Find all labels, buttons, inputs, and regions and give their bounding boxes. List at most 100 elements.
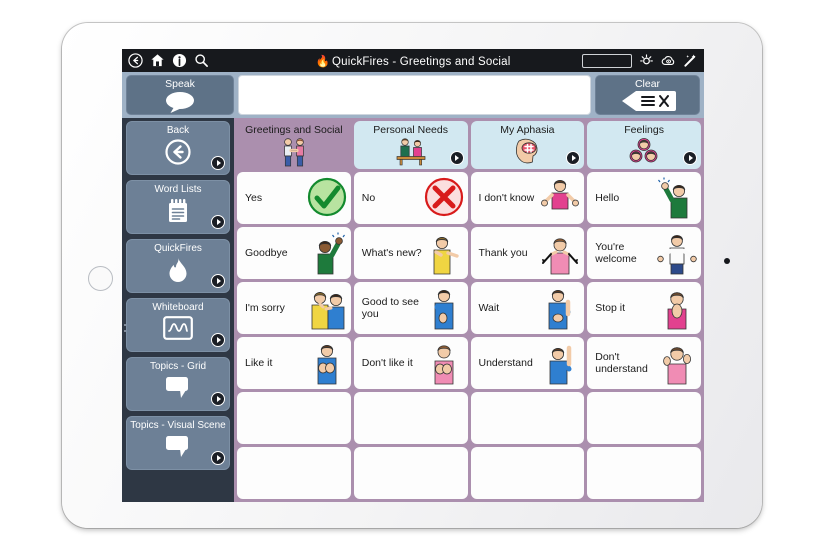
sidebar-item-whiteboard[interactable]: Whiteboard (126, 298, 230, 352)
grid-cell-label: No (361, 192, 376, 204)
sidebar-item-back[interactable]: Back (126, 121, 230, 175)
person-shrug-pink-icon (540, 177, 580, 219)
cloud-icon[interactable] (661, 53, 676, 68)
grid-cell-label: Understand (478, 357, 533, 369)
sidebar-item-label: Topics - Grid (149, 361, 207, 372)
category-greetings-and-social[interactable]: Greetings and Social (237, 121, 351, 169)
grid-cell-label: Like it (245, 357, 273, 369)
flame-icon (166, 257, 190, 283)
person-understand-blue-icon (540, 342, 580, 385)
top-bar: 🔥 QuickFires - Greetings and Social (122, 49, 704, 72)
grid-cell-label: Stop it (595, 302, 626, 314)
grid-cell-like-it[interactable]: Like it (237, 337, 351, 389)
battery-indicator (582, 53, 632, 68)
grid-cell-label: Don't like it (361, 357, 413, 369)
sidebar-item-label: Word Lists (154, 184, 202, 195)
two-people-sorry-icon (307, 287, 347, 330)
speak-button[interactable]: Speak (126, 75, 234, 115)
grid-cell-wait[interactable]: Wait (470, 282, 585, 334)
grid-cell-thank-you[interactable]: Thank you (470, 227, 585, 279)
grid-cell-understand[interactable]: Understand (470, 337, 585, 389)
grid-cell-empty[interactable] (470, 447, 585, 499)
grid-cell-dont-like-it[interactable]: Don't like it (353, 337, 468, 389)
sidebar-item-badge[interactable] (211, 215, 225, 229)
grid-cell-good-to-see-you[interactable]: Good to see you (353, 282, 468, 334)
grid-cell-empty[interactable] (353, 392, 468, 444)
grid-cell-empty[interactable] (587, 447, 701, 499)
grid-row: Goodbye What's new? Thank you You're wel… (237, 227, 701, 279)
grid-cell-empty[interactable] (237, 392, 351, 444)
message-input[interactable] (238, 75, 591, 115)
sidebar-item-word-lists[interactable]: Word Lists (126, 180, 230, 234)
category-badge[interactable] (449, 151, 464, 165)
brightness-icon[interactable] (639, 53, 654, 68)
person-like-blue-icon (307, 342, 347, 385)
person-wave-back-green-icon (307, 232, 347, 275)
sidebar-item-badge[interactable] (211, 333, 225, 347)
person-point-yellow-icon (424, 232, 464, 275)
top-bar-right-icons (582, 53, 704, 68)
green-check-circle-icon (307, 177, 347, 219)
category-label: Personal Needs (373, 124, 448, 136)
grid-cell-youre-welcome[interactable]: You're welcome (587, 227, 701, 279)
category-label: Feelings (624, 124, 664, 136)
person-open-arms-white-icon (657, 232, 697, 275)
back-icon[interactable] (128, 53, 143, 68)
grid-cell-hello[interactable]: Hello (587, 172, 701, 224)
sidebar-item-badge[interactable] (211, 451, 225, 465)
tablet-home-button[interactable] (88, 266, 113, 291)
category-my-aphasia[interactable]: My Aphasia (470, 121, 585, 169)
clear-button[interactable]: Clear (595, 75, 700, 115)
category-badge[interactable] (566, 151, 581, 165)
sidebar-item-quickfires[interactable]: QuickFires (126, 239, 230, 293)
category-feelings[interactable]: Feelings (587, 121, 701, 169)
app-body: Back Word Lists QuickFires Whiteboard To… (122, 118, 704, 502)
sidebar-item-label: Back (166, 125, 190, 136)
grid-cell-label: Goodbye (245, 247, 288, 259)
speech-bubble-icon (163, 375, 193, 399)
message-bar: Speak Clear (122, 72, 704, 118)
wand-icon[interactable] (683, 53, 698, 68)
grid-cell-label: What's new? (361, 247, 422, 259)
grid-cell-empty[interactable] (587, 392, 701, 444)
grid-row (237, 447, 701, 499)
grid-cell-empty[interactable] (237, 447, 351, 499)
sidebar-item-topics-grid[interactable]: Topics - Grid (126, 357, 230, 411)
speech-bubble-icon (163, 434, 193, 458)
speak-button-label: Speak (165, 78, 195, 90)
search-icon[interactable] (194, 53, 209, 68)
two-people-handshake-icon (277, 137, 311, 167)
grid-cell-label: Yes (245, 192, 263, 204)
symbol-grid: Greetings and Social Personal Needs My A… (234, 118, 704, 502)
grid-row: Yes No I don't know Hello (237, 172, 701, 224)
grid-cell-yes[interactable]: Yes (237, 172, 351, 224)
info-icon[interactable] (172, 53, 187, 68)
sidebar-item-topics-visual-scene[interactable]: Topics - Visual Scene (126, 416, 230, 470)
grid-cell-whats-new[interactable]: What's new? (353, 227, 468, 279)
grid-row (237, 392, 701, 444)
grid-cell-dont-understand[interactable]: Don't understand (587, 337, 701, 389)
grid-cell-label: Good to see you (361, 296, 419, 320)
three-faces-icon (627, 137, 661, 167)
app-screen: 🔥 QuickFires - Greetings and Social Speak (122, 49, 704, 502)
person-thumb-blue-icon (424, 287, 464, 330)
home-icon[interactable] (150, 53, 165, 68)
sidebar-item-badge[interactable] (211, 156, 225, 170)
tablet-camera-dot (724, 258, 730, 264)
two-people-table-icon (394, 137, 428, 167)
sidebar-item-badge[interactable] (211, 274, 225, 288)
grid-cell-empty[interactable] (470, 392, 585, 444)
grid-cell-goodbye[interactable]: Goodbye (237, 227, 351, 279)
tablet-device: 🔥 QuickFires - Greetings and Social Speak (62, 23, 762, 528)
grid-cell-im-sorry[interactable]: I'm sorry (237, 282, 351, 334)
grid-cell-i-dont-know[interactable]: I don't know (470, 172, 585, 224)
category-personal-needs[interactable]: Personal Needs (353, 121, 468, 169)
category-badge[interactable] (683, 151, 697, 165)
sidebar-item-badge[interactable] (211, 392, 225, 406)
grid-cell-no[interactable]: No (353, 172, 468, 224)
grid-cell-empty[interactable] (353, 447, 468, 499)
grid-row: I'm sorry Good to see you Wait Stop it (237, 282, 701, 334)
person-dislike-pink-icon (424, 342, 464, 385)
page-title-text: QuickFires - Greetings and Social (332, 55, 511, 68)
grid-cell-stop-it[interactable]: Stop it (587, 282, 701, 334)
